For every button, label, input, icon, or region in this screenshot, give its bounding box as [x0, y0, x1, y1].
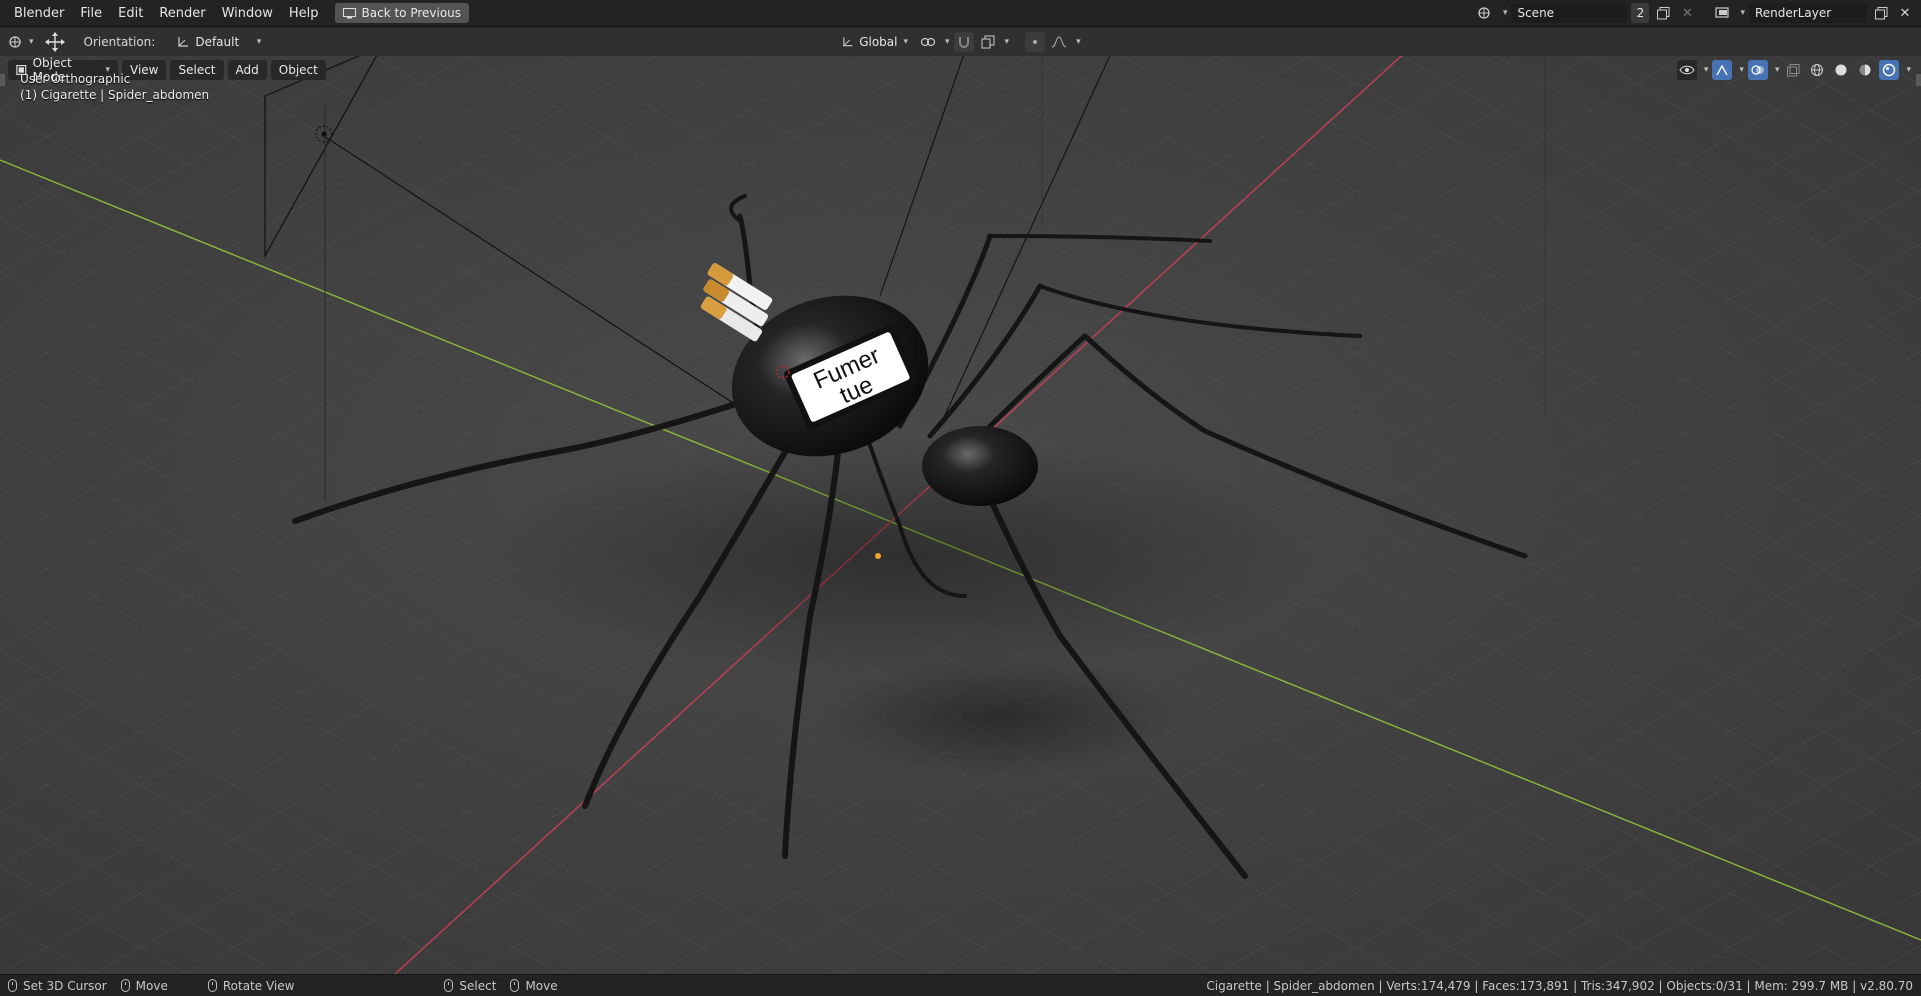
proportional-edit-icon[interactable]: [1025, 32, 1046, 52]
xray-icon[interactable]: [1783, 60, 1803, 80]
status-move: Move: [120, 978, 168, 993]
status-select-label: Select: [459, 978, 497, 993]
viewport-menu-add[interactable]: Add: [227, 60, 267, 80]
sidebar-collapse-handle[interactable]: [1916, 74, 1921, 86]
rendered-shading-icon[interactable]: [1879, 60, 1900, 80]
overlays-icon[interactable]: [1747, 60, 1768, 80]
pivot-point-icon[interactable]: [918, 32, 938, 52]
toolbar-collapse-handle[interactable]: [0, 74, 5, 86]
active-object-label: (1) Cigarette | Spider_abdomen: [20, 88, 210, 102]
status-rotate-view: Rotate View: [207, 978, 295, 993]
chevron-down-icon: ▾: [29, 37, 34, 47]
global-axis-icon: [843, 37, 853, 47]
close-icon[interactable]: ✕: [1677, 3, 1697, 23]
tool-header: ▾ Orientation: Default ▾ Global ▾ ▾ ▾ ▾: [0, 28, 1921, 56]
visibility-icon[interactable]: [1676, 60, 1697, 80]
mouse-right-icon: [444, 979, 454, 992]
solid-shading-icon[interactable]: [1831, 60, 1851, 80]
chevron-down-icon: ▾: [1906, 65, 1911, 75]
falloff-icon[interactable]: [1049, 32, 1069, 52]
back-to-previous-button[interactable]: Back to Previous: [334, 3, 470, 23]
mouse-drag-icon: [120, 979, 130, 992]
wireframe-shading-icon[interactable]: [1807, 60, 1827, 80]
status-set-cursor-label: Set 3D Cursor: [23, 978, 107, 993]
new-layer-icon[interactable]: [1871, 3, 1891, 23]
chevron-down-icon: ▾: [903, 37, 908, 47]
back-to-previous-label: Back to Previous: [361, 6, 462, 20]
mouse-drag-icon: [510, 979, 520, 992]
scene-user-count: 2: [1631, 3, 1650, 23]
menu-window[interactable]: Window: [214, 0, 281, 27]
top-bar: Blender File Edit Render Window Help Bac…: [0, 0, 1921, 27]
view-name-label: User Orthographic: [20, 72, 131, 86]
snap-icon[interactable]: [953, 32, 974, 52]
snap-element-icon[interactable]: [978, 32, 998, 52]
viewport-scene: Fumer tue: [0, 56, 1921, 974]
render-layer-icon[interactable]: [1713, 3, 1733, 23]
orientation-dropdown[interactable]: Default ▾: [171, 32, 268, 52]
status-bar: Set 3D Cursor Move Rotate View Select Mo…: [0, 974, 1921, 996]
menu-file[interactable]: File: [72, 0, 110, 27]
scene-browse-icon[interactable]: [1476, 3, 1496, 23]
chevron-down-icon: ▾: [1740, 8, 1745, 18]
chevron-down-icon: ▾: [945, 37, 950, 47]
material-shading-icon[interactable]: [1855, 60, 1875, 80]
status-move-label: Move: [135, 978, 168, 993]
viewport-menu-select[interactable]: Select: [170, 60, 224, 80]
chevron-down-icon: ▾: [1076, 37, 1081, 47]
close-icon[interactable]: ✕: [1895, 3, 1915, 23]
new-scene-icon[interactable]: [1653, 3, 1673, 23]
editor-type-icon[interactable]: [6, 32, 26, 52]
menu-blender[interactable]: Blender: [6, 0, 72, 27]
status-select: Select: [444, 979, 496, 993]
status-rotate-view-label: Rotate View: [222, 978, 295, 993]
viewport-header-right: ▾ ▾ ▾ ▾: [1676, 60, 1911, 80]
move-tool-icon[interactable]: [42, 32, 68, 52]
gizmo-icon[interactable]: [1712, 60, 1733, 80]
3d-viewport[interactable]: Fumer tue Object Mode ▾ View Select Add …: [0, 56, 1921, 974]
chevron-down-icon: ▾: [1774, 65, 1780, 75]
scene-statistics: Cigarette | Spider_abdomen | Verts:174,4…: [1206, 978, 1913, 993]
menu-edit[interactable]: Edit: [110, 0, 151, 27]
viewport-menu-object[interactable]: Object: [270, 60, 326, 80]
chevron-down-icon: ▾: [256, 37, 262, 47]
mouse-middle-icon: [207, 979, 217, 992]
chevron-down-icon: ▾: [1004, 37, 1010, 47]
mouse-left-icon: [8, 979, 17, 992]
status-move2: Move: [510, 978, 558, 993]
chevron-down-icon: ▾: [1703, 65, 1709, 75]
scene-name-field[interactable]: Scene: [1511, 3, 1628, 23]
menu-help[interactable]: Help: [281, 0, 327, 27]
transform-orientation-value: Global: [859, 35, 898, 49]
orientation-value: Default: [195, 35, 240, 49]
menu-render[interactable]: Render: [151, 0, 213, 27]
screen-icon: [343, 6, 357, 20]
status-move2-label: Move: [525, 978, 558, 993]
axis-icon: [178, 37, 189, 47]
orientation-label: Orientation:: [83, 35, 156, 49]
chevron-down-icon: ▾: [1502, 8, 1508, 18]
transform-orientation-dropdown[interactable]: Global ▾: [836, 32, 914, 52]
status-set-cursor: Set 3D Cursor: [8, 979, 107, 993]
chevron-down-icon: ▾: [1739, 65, 1744, 75]
render-layer-field[interactable]: RenderLayer: [1749, 3, 1867, 23]
